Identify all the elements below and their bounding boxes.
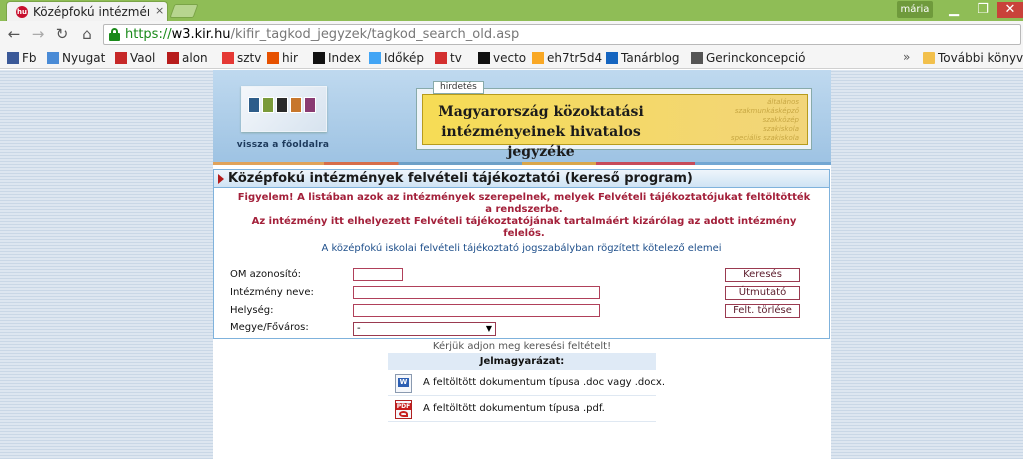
bookmark-index[interactable]: Index <box>313 50 361 66</box>
tab-close-icon[interactable]: × <box>155 4 164 17</box>
bookmark-label: Gerinckoncepció <box>706 51 806 65</box>
bookmark-alon[interactable]: alon <box>167 50 208 66</box>
browser-tab[interactable]: hu Középfokú intézmén × <box>6 1 168 21</box>
logo-thumbnails <box>241 86 327 132</box>
county-select[interactable]: - ▼ <box>353 322 496 336</box>
page-title: Középfokú intézmények felvételi tájékozt… <box>228 171 693 186</box>
word-document-icon: W <box>395 374 412 393</box>
nyugat-icon <box>47 52 59 64</box>
hir-icon <box>267 52 279 64</box>
home-icon[interactable]: ⌂ <box>77 24 97 44</box>
color-stripe <box>213 162 831 165</box>
ad-headline: Magyarország közoktatási intézményeinek … <box>438 104 644 160</box>
bookmark-label: sztv <box>237 51 262 65</box>
new-tab-button[interactable] <box>169 4 199 18</box>
bookmarks-bar: Fb Nyugat Vaol alon sztv hir Index Időkép tv vect… <box>0 48 1023 69</box>
bookmark-label: Vaol <box>130 51 156 65</box>
more-bookmarks-chevron-icon[interactable]: » <box>903 50 910 64</box>
bookmark-sztv[interactable]: sztv <box>222 50 261 66</box>
arrow-right-icon <box>218 174 224 184</box>
browser-toolbar: ← → ↻ ⌂ https://w3.kir.hu/kifir_tagkod_j… <box>0 21 1023 48</box>
legend-row-pdf: PDF A feltöltött dokumentum típusa .pdf. <box>388 396 656 422</box>
bookmark-label: eh7tr5d4 <box>547 51 603 65</box>
minimize-icon[interactable]: ▁ <box>941 2 967 18</box>
place-input[interactable] <box>353 304 600 317</box>
advertisement[interactable]: Magyarország közoktatási intézményeinek … <box>416 88 812 160</box>
diamond-icon <box>532 52 544 64</box>
legend-doc-text: A feltöltött dokumentum típusa .doc vagy… <box>423 377 665 388</box>
other-bookmarks-folder[interactable]: További könyv <box>923 50 1023 66</box>
bookmark-vecto[interactable]: vecto <box>478 50 526 66</box>
bookmark-eh7tr5d4[interactable]: eh7tr5d4 <box>532 50 602 66</box>
bookmark-label: Fb <box>22 51 37 65</box>
alon-icon <box>167 52 179 64</box>
bookmark-label: hir <box>282 51 298 65</box>
back-arrow-icon[interactable]: ← <box>4 24 24 44</box>
clear-filters-button[interactable]: Felt. törlése <box>725 304 800 318</box>
url-text: https://w3.kir.hu/kifir_tagkod_jegyzek/t… <box>125 27 520 42</box>
ad-decoration: általános szakmunkásképző szakközép szakisk… <box>730 98 799 142</box>
ad-label: hirdetés <box>433 81 484 94</box>
facebook-icon <box>7 52 19 64</box>
dropdown-arrow-icon: ▼ <box>485 324 492 333</box>
home-logo-link[interactable]: vissza a főoldalra <box>235 80 331 152</box>
profile-badge[interactable]: mária <box>897 1 933 18</box>
bookmark-nyugat[interactable]: Nyugat <box>47 50 105 66</box>
om-label: OM azonosító: <box>230 269 302 280</box>
header-banner: vissza a főoldalra Magyarország közoktat… <box>213 70 831 162</box>
folder-icon <box>923 52 935 64</box>
bookmark-tan-rblog[interactable]: Tanárblog <box>606 50 680 66</box>
legend-table: Jelmagyarázat: W A feltöltött dokumentum… <box>388 353 665 422</box>
bookmark-label: tv <box>450 51 462 65</box>
panel-header: Középfokú intézmények felvételi tájékozt… <box>214 170 829 188</box>
search-button[interactable]: Keresés <box>725 268 800 282</box>
search-prompt: Kérjük adjon meg keresési feltételt! <box>432 341 612 352</box>
legend-row-doc: W A feltöltött dokumentum típusa .doc va… <box>388 370 665 396</box>
vecto-icon <box>478 52 490 64</box>
bookmark-tv[interactable]: tv <box>435 50 462 66</box>
tab-title: Középfokú intézmén <box>33 5 149 19</box>
institution-name-label: Intézmény neve: <box>230 287 314 298</box>
county-label: Megye/Főváros: <box>230 322 309 333</box>
close-window-icon[interactable]: ✕ <box>997 2 1023 18</box>
bookmark-id-k-p[interactable]: Időkép <box>369 50 424 66</box>
institution-name-input[interactable] <box>353 286 600 299</box>
bookmark-vaol[interactable]: Vaol <box>115 50 155 66</box>
warning-text: Figyelem! A listában azok az intézmények… <box>237 192 811 239</box>
guide-button[interactable]: Útmutató <box>725 286 800 300</box>
address-bar[interactable]: https://w3.kir.hu/kifir_tagkod_jegyzek/t… <box>103 24 1021 45</box>
window-titlebar: hu Középfokú intézmén × mária ▁ ❐ ✕ <box>0 0 1023 21</box>
page-content: vissza a főoldalra Magyarország közoktat… <box>213 70 831 459</box>
pdf-document-icon: PDF <box>395 400 412 419</box>
lock-icon <box>109 28 120 41</box>
legend-pdf-text: A feltöltött dokumentum típusa .pdf. <box>423 403 605 414</box>
place-label: Helység: <box>230 305 274 316</box>
site-favicon-icon: hu <box>16 6 28 18</box>
bookmark-label: alon <box>182 51 208 65</box>
bookmark-label: Időkép <box>384 51 425 65</box>
bookmark-label: vecto <box>493 51 527 65</box>
g-icon <box>691 52 703 64</box>
bookmark-label: Index <box>328 51 362 65</box>
home-link-label: vissza a főoldalra <box>236 140 330 150</box>
reload-icon[interactable]: ↻ <box>52 24 72 44</box>
tv-icon <box>435 52 447 64</box>
idokep-icon <box>369 52 381 64</box>
ad-banner-image: Magyarország közoktatási intézményeinek … <box>422 94 808 160</box>
legal-elements-link[interactable]: A középfokú iskolai felvételi tájékoztat… <box>214 243 829 254</box>
vaol-icon <box>115 52 127 64</box>
bookmark-label: Tanárblog <box>621 51 680 65</box>
bookmark-label: Nyugat <box>62 51 106 65</box>
restore-icon[interactable]: ❐ <box>970 2 996 18</box>
search-panel: Középfokú intézmények felvételi tájékozt… <box>213 169 830 339</box>
bookmark-fb[interactable]: Fb <box>7 50 37 66</box>
bookmark-gerinckoncepci-[interactable]: Gerinckoncepció <box>691 50 806 66</box>
sztv-icon <box>222 52 234 64</box>
forward-arrow-icon[interactable]: → <box>28 24 48 44</box>
index-icon <box>313 52 325 64</box>
om-input[interactable] <box>353 268 403 281</box>
tanarblog-icon <box>606 52 618 64</box>
bookmark-hir[interactable]: hir <box>267 50 298 66</box>
legend-header: Jelmagyarázat: <box>388 353 656 370</box>
